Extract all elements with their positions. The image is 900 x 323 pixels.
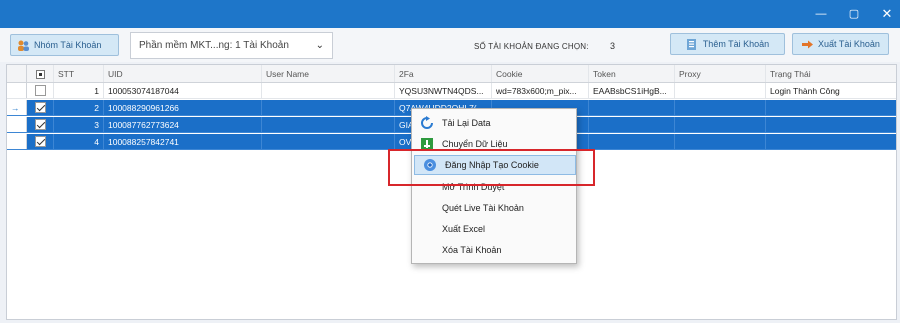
grid-header: STT UID User Name 2Fa Cookie Token Proxy… [7, 65, 896, 83]
cell-username [262, 100, 395, 115]
export-account-button[interactable]: Xuất Tài Khoản [792, 33, 889, 55]
cell-stt: 2 [54, 100, 104, 115]
row-checkbox[interactable] [34, 136, 46, 148]
cell-state: Login Thành Công [770, 86, 840, 96]
menu-item-label: Quét Live Tài Khoản [442, 203, 524, 213]
column-header-username[interactable]: User Name [262, 65, 395, 82]
row-indicator [7, 134, 27, 149]
cell-token [589, 117, 675, 132]
cell-username [262, 83, 395, 98]
cell-proxy [675, 117, 766, 132]
row-checkbox-cell[interactable] [27, 100, 54, 115]
context-menu: Tải Lại Data Chuyển Dữ Liệu Đăng Nhập Tạ… [411, 108, 577, 264]
add-account-icon [686, 38, 699, 51]
title-bar: — ▢ ✕ [0, 0, 900, 28]
close-button[interactable]: ✕ [879, 6, 895, 22]
cell-proxy [675, 100, 766, 115]
cell-state [766, 134, 896, 149]
cell-stt: 3 [54, 117, 104, 132]
cell-uid: 100053074187044 [104, 83, 262, 98]
row-checkbox-cell[interactable] [27, 83, 54, 98]
cell-state [766, 117, 896, 132]
cell-username [262, 117, 395, 132]
cell-uid: 100087762773624 [104, 117, 262, 132]
software-select-value: Phần mềm MKT...ng: 1 Tài Khoản [139, 40, 289, 51]
account-group-label: Nhóm Tài Khoản [34, 40, 102, 50]
header-indicator-cell [7, 65, 27, 82]
cell-cookie: wd=783x600;m_pix... [492, 83, 589, 98]
column-header-token[interactable]: Token [589, 65, 675, 82]
cell-proxy [675, 83, 766, 98]
row-checkbox-cell[interactable] [27, 134, 54, 149]
menu-item-label: Tải Lại Data [442, 118, 491, 128]
menu-item-scan-live-account[interactable]: Quét Live Tài Khoản [412, 198, 576, 218]
cell-token [589, 100, 675, 115]
menu-item-label: Xuất Excel [442, 224, 486, 234]
cell-proxy [675, 134, 766, 149]
menu-item-label: Chuyển Dữ Liệu [442, 139, 508, 149]
chevron-down-icon: ⌄ [315, 40, 324, 51]
annotation-highlight-box [388, 149, 595, 186]
arrow-right-icon [801, 38, 814, 51]
toolbar: Nhóm Tài Khoản Phần mềm MKT...ng: 1 Tài … [0, 28, 900, 62]
table-row[interactable]: 1 100053074187044 YQSU3NWTN4QDS... wd=78… [7, 83, 896, 99]
cell-state [766, 100, 896, 115]
cell-stt: 4 [54, 134, 104, 149]
cell-username [262, 134, 395, 149]
row-indicator [7, 117, 27, 132]
menu-item-reload-data[interactable]: Tải Lại Data [412, 113, 576, 133]
add-account-button[interactable]: Thêm Tài Khoản [670, 33, 785, 55]
column-header-2fa[interactable]: 2Fa [395, 65, 492, 82]
row-indicator [7, 83, 27, 98]
maximize-button[interactable]: ▢ [846, 6, 862, 22]
menu-item-label: Xóa Tài Khoản [442, 245, 502, 255]
row-checkbox[interactable] [34, 85, 46, 97]
select-all-checkbox[interactable] [35, 70, 45, 80]
menu-item-export-excel[interactable]: Xuất Excel [412, 219, 576, 239]
cell-uid: 100088257842741 [104, 134, 262, 149]
cell-uid: 100088290961266 [104, 100, 262, 115]
refresh-icon [412, 113, 442, 133]
row-checkbox[interactable] [34, 102, 46, 114]
column-header-uid[interactable]: UID [104, 65, 262, 82]
users-group-icon [17, 39, 30, 52]
column-header-cookie[interactable]: Cookie [492, 65, 589, 82]
row-checkbox-cell[interactable] [27, 117, 54, 132]
cell-token: EAABsbCS1iHgB... [589, 83, 675, 98]
export-account-label: Xuất Tài Khoản [818, 39, 880, 49]
current-row-arrow-icon: → [7, 100, 27, 115]
column-header-state[interactable]: Trạng Thái [766, 65, 896, 82]
row-checkbox[interactable] [34, 119, 46, 131]
cell-stt: 1 [54, 83, 104, 98]
software-select[interactable]: Phần mềm MKT...ng: 1 Tài Khoản ⌄ [130, 32, 333, 59]
minimize-button[interactable]: — [813, 6, 829, 22]
selected-count-value: 3 [610, 41, 616, 51]
cell-2fa: YQSU3NWTN4QDS... [395, 83, 492, 98]
add-account-label: Thêm Tài Khoản [702, 39, 770, 49]
header-select-all[interactable] [27, 65, 54, 82]
selected-count-label: SỐ TÀI KHOẢN ĐANG CHỌN: [474, 42, 589, 51]
cell-token [589, 134, 675, 149]
menu-item-delete-account[interactable]: Xóa Tài Khoản [412, 240, 576, 260]
column-header-stt[interactable]: STT [54, 65, 104, 82]
column-header-proxy[interactable]: Proxy [675, 65, 766, 82]
account-group-button[interactable]: Nhóm Tài Khoản [10, 34, 119, 56]
